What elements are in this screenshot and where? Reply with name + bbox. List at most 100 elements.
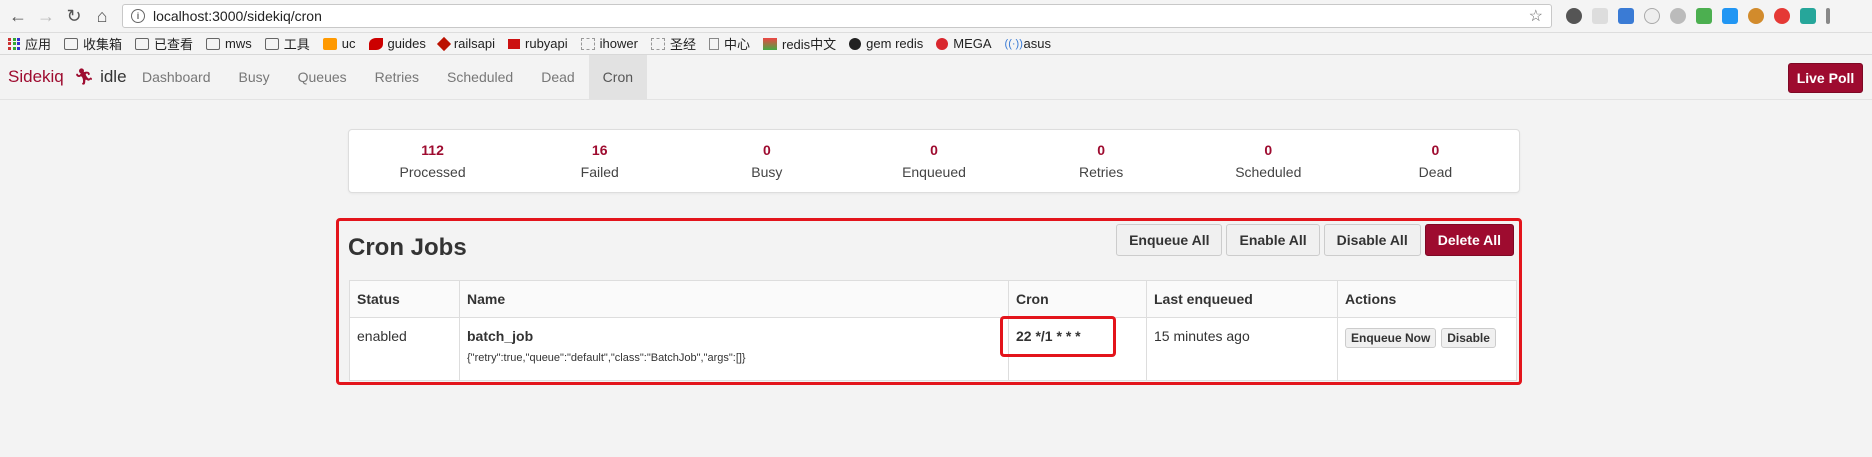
back-icon[interactable]: ←	[4, 2, 32, 30]
page-icon	[650, 37, 665, 50]
stat-value: 0	[930, 142, 938, 158]
bookmark-star-icon[interactable]: ☆	[1529, 6, 1543, 26]
enqueue-now-button[interactable]: Enqueue Now	[1345, 328, 1437, 348]
stat-label: Failed	[580, 164, 619, 180]
disable-all-button[interactable]: Disable All	[1323, 224, 1421, 256]
stat-label: Retries	[1078, 164, 1124, 180]
enable-all-button[interactable]: Enable All	[1226, 224, 1320, 256]
brand-name: Sidekiq	[8, 67, 64, 86]
nav-retries[interactable]: Retries	[361, 55, 433, 99]
page-title: Cron Jobs	[348, 234, 467, 261]
enqueue-all-button[interactable]: Enqueue All	[1116, 224, 1223, 256]
bookmark-link[interactable]: 圣经	[650, 34, 696, 53]
brand[interactable]: Sidekiq 🏃︎ idle	[0, 55, 128, 99]
bookmark-link[interactable]: ihower	[580, 36, 638, 51]
extension-icon[interactable]	[1696, 8, 1712, 24]
redis-icon	[762, 37, 777, 50]
browser-toolbar: ← → ↻ ⌂ i localhost:3000/sidekiq/cron ☆	[0, 0, 1872, 33]
stat-value: 0	[1431, 142, 1440, 158]
stat-value: 112	[421, 142, 444, 158]
nav-scheduled[interactable]: Scheduled	[433, 55, 527, 99]
column-header-cron: Cron	[1008, 280, 1147, 318]
bookmark-link[interactable]: ((·)) asus	[1005, 36, 1051, 51]
nav-busy[interactable]: Busy	[225, 55, 284, 99]
nav-queues[interactable]: Queues	[284, 55, 361, 99]
folder-icon	[135, 37, 150, 50]
bookmark-link[interactable]: 中心	[708, 34, 750, 53]
stat-value: 0	[1097, 142, 1106, 158]
extension-icon[interactable]	[1670, 8, 1686, 24]
extension-icon[interactable]	[1566, 8, 1582, 24]
table-header: Status Name Cron Last enqueued Actions	[349, 280, 1517, 318]
extension-icon[interactable]	[1618, 8, 1634, 24]
bookmark-link[interactable]: railsapi	[436, 36, 495, 51]
home-icon[interactable]: ⌂	[88, 2, 116, 30]
bookmark-link[interactable]: guides	[368, 36, 426, 51]
extension-icon[interactable]	[1644, 8, 1660, 24]
stat-failed[interactable]: 16 Failed	[516, 130, 683, 192]
info-icon[interactable]: i	[131, 9, 145, 23]
forward-icon[interactable]: →	[32, 2, 60, 30]
job-name[interactable]: batch_job	[467, 328, 1001, 344]
stat-scheduled[interactable]: 0 Scheduled	[1185, 130, 1352, 192]
job-status: enabled	[349, 317, 460, 381]
stat-dead[interactable]: 0 Dead	[1352, 130, 1519, 192]
folder-icon	[64, 37, 79, 50]
bookmark-folder[interactable]: 收集箱	[64, 34, 122, 53]
live-poll-button[interactable]: Live Poll	[1788, 63, 1863, 93]
extension-icons	[1566, 8, 1830, 24]
stat-label: Processed	[399, 164, 466, 180]
bookmark-link[interactable]: MEGA	[936, 36, 992, 51]
stat-label: Dead	[1418, 164, 1453, 180]
bookmark-folder[interactable]: 已查看	[135, 34, 193, 53]
stat-retries[interactable]: 0 Retries	[1018, 130, 1185, 192]
sidekiq-navbar: Sidekiq 🏃︎ idle Dashboard Busy Queues Re…	[0, 55, 1872, 100]
bookmark-link[interactable]: rubyapi	[508, 36, 568, 51]
extension-icon[interactable]	[1748, 8, 1764, 24]
wifi-icon: ((·))	[1004, 37, 1023, 50]
summary-bar: 112 Processed 16 Failed 0 Busy 0 Enqueued 0 R…	[348, 129, 1520, 193]
page-icon	[580, 37, 595, 50]
uc-icon	[322, 37, 337, 50]
nav-links: Dashboard Busy Queues Retries Scheduled …	[128, 55, 648, 99]
delete-all-button[interactable]: Delete All	[1424, 224, 1514, 256]
disable-button[interactable]: Disable	[1441, 328, 1496, 348]
folder-icon	[206, 37, 221, 50]
nav-dashboard[interactable]: Dashboard	[128, 55, 225, 99]
stat-value: 0	[1264, 142, 1273, 158]
mega-icon	[936, 37, 949, 50]
cron-jobs-table: Status Name Cron Last enqueued Actions e…	[349, 280, 1517, 381]
bookmark-link[interactable]: redis中文	[762, 34, 836, 53]
bookmark-link[interactable]: gem redis	[849, 36, 923, 51]
sidekiq-status: idle	[100, 67, 127, 86]
extension-icon[interactable]	[1722, 8, 1738, 24]
bookmarks-bar: 应用 收集箱 已查看 mws 工具 uc guides railsapi rub…	[0, 33, 1872, 55]
extension-icon[interactable]	[1800, 8, 1816, 24]
stat-enqueued[interactable]: 0 Enqueued	[850, 130, 1017, 192]
job-actions-cell: Enqueue Now Disable	[1337, 317, 1517, 381]
job-name-cell: batch_job {"retry":true,"queue":"default…	[459, 317, 1009, 381]
job-last-enqueued: 15 minutes ago	[1146, 317, 1338, 381]
extension-icon[interactable]	[1592, 8, 1608, 24]
extension-icon[interactable]	[1774, 8, 1790, 24]
column-header-status: Status	[349, 280, 460, 318]
cron-actions: Enqueue All Enable All Disable All Delet…	[1116, 224, 1514, 256]
stat-processed[interactable]: 112 Processed	[349, 130, 516, 192]
reload-icon[interactable]: ↻	[60, 2, 88, 30]
url-text: localhost:3000/sidekiq/cron	[153, 8, 322, 24]
stat-label: Enqueued	[902, 164, 966, 180]
column-header-name: Name	[459, 280, 1009, 318]
stat-value: 0	[762, 142, 771, 158]
bookmark-folder[interactable]: mws	[206, 36, 252, 51]
nav-cron[interactable]: Cron	[588, 55, 648, 99]
stat-busy[interactable]: 0 Busy	[683, 130, 850, 192]
nav-dead[interactable]: Dead	[527, 55, 588, 99]
bookmark-folder[interactable]: 工具	[264, 34, 310, 53]
menu-icon[interactable]	[1826, 8, 1830, 24]
github-icon	[849, 37, 862, 50]
bookmark-link[interactable]: uc	[322, 36, 356, 51]
page-icon	[708, 37, 719, 50]
address-bar[interactable]: i localhost:3000/sidekiq/cron ☆	[122, 4, 1552, 28]
bookmark-apps[interactable]: 应用	[8, 34, 51, 53]
stat-label: Busy	[751, 164, 783, 180]
